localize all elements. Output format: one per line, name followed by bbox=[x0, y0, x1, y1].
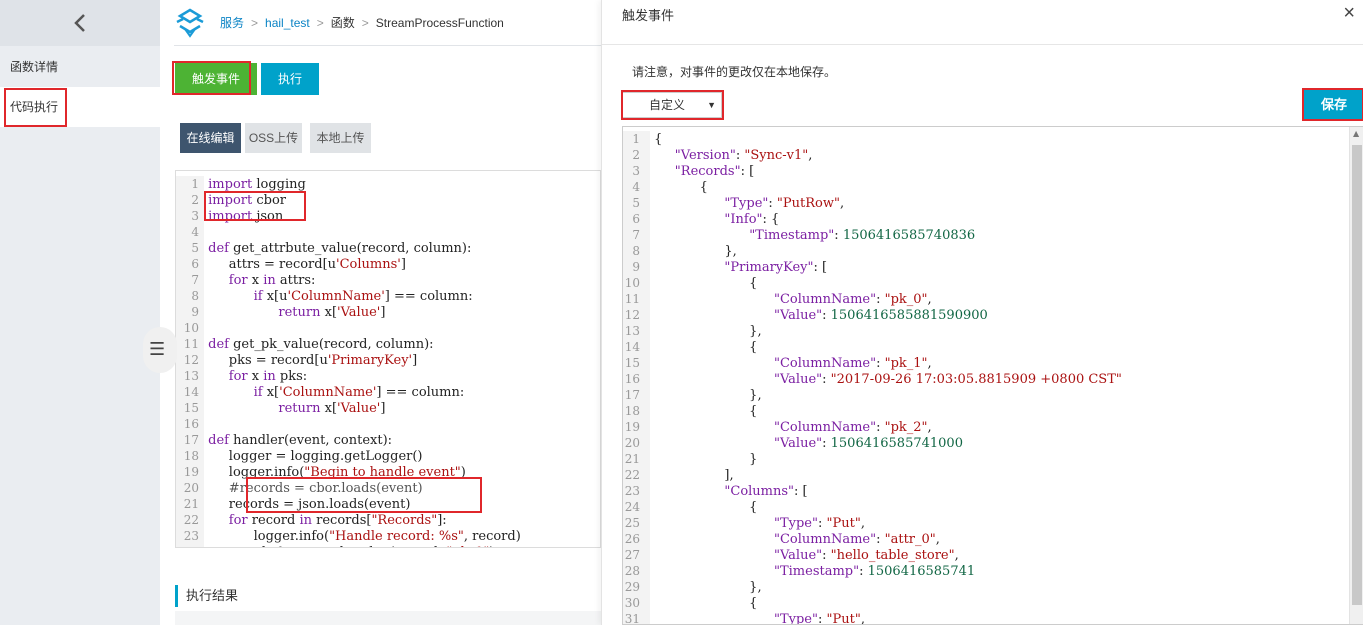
main-content: 服务 > hail_test > 函数 > StreamProcessFunct… bbox=[160, 0, 601, 625]
run-button[interactable]: 执行 bbox=[261, 63, 319, 95]
breadcrumb-service-name[interactable]: hail_test bbox=[265, 16, 310, 30]
scrollbar-thumb[interactable] bbox=[1352, 145, 1362, 605]
scroll-up-icon[interactable]: ▲ bbox=[1353, 129, 1359, 138]
tab-online-edit[interactable]: 在线编辑 bbox=[180, 123, 241, 153]
tab-local-upload[interactable]: 本地上传 bbox=[310, 123, 371, 153]
json-editor-scrollbar[interactable]: ▲ bbox=[1349, 127, 1363, 624]
breadcrumb-service[interactable]: 服务 bbox=[220, 14, 244, 31]
close-icon[interactable]: × bbox=[1343, 2, 1355, 25]
breadcrumb-separator: > bbox=[251, 15, 259, 30]
save-button[interactable]: 保存 bbox=[1304, 90, 1363, 120]
select-value: 自定义 bbox=[649, 98, 686, 112]
panel-title: 触发事件 bbox=[622, 8, 675, 23]
breadcrumb: 服务 > hail_test > 函数 > StreamProcessFunct… bbox=[174, 0, 601, 46]
notice-text: 请注意，对事件的更改仅在本地保存。 bbox=[632, 65, 837, 79]
execution-result-title: 执行结果 bbox=[175, 585, 238, 607]
event-json-editor[interactable]: 1 { 2 "Version": "Sync-v1", 3 "Records":… bbox=[622, 126, 1363, 625]
trigger-event-button[interactable]: 触发事件 bbox=[175, 63, 257, 95]
menu-icon: ☰ bbox=[149, 339, 166, 359]
tab-oss-upload[interactable]: OSS上传 bbox=[245, 123, 302, 153]
breadcrumb-function: 函数 bbox=[330, 16, 355, 30]
breadcrumb-function-name: StreamProcessFunction bbox=[375, 15, 504, 30]
breadcrumb-separator: > bbox=[361, 15, 369, 30]
caret-down-icon: ▼ bbox=[707, 100, 716, 110]
logo-icon bbox=[176, 8, 204, 38]
panel-header: 触发事件 × bbox=[602, 0, 1363, 45]
event-template-select[interactable]: 自定义 ▼ bbox=[622, 92, 722, 118]
code-editor[interactable]: 1 import logging 2 import cbor 3 import … bbox=[175, 170, 601, 548]
sidebar: 函数详情 代码执行 bbox=[0, 0, 160, 625]
collapse-button[interactable] bbox=[0, 0, 160, 46]
sidebar-item-function-details[interactable]: 函数详情 bbox=[0, 47, 160, 87]
chevron-left-icon bbox=[74, 14, 85, 32]
breadcrumb-separator: > bbox=[316, 15, 324, 30]
trigger-event-panel: 触发事件 × 请注意，对事件的更改仅在本地保存。 自定义 ▼ 保存 1 { 2 … bbox=[601, 0, 1363, 625]
panel-handle[interactable]: ☰ bbox=[143, 327, 177, 373]
sidebar-item-code-execution[interactable]: 代码执行 bbox=[0, 87, 160, 127]
execution-result-area bbox=[175, 611, 601, 625]
